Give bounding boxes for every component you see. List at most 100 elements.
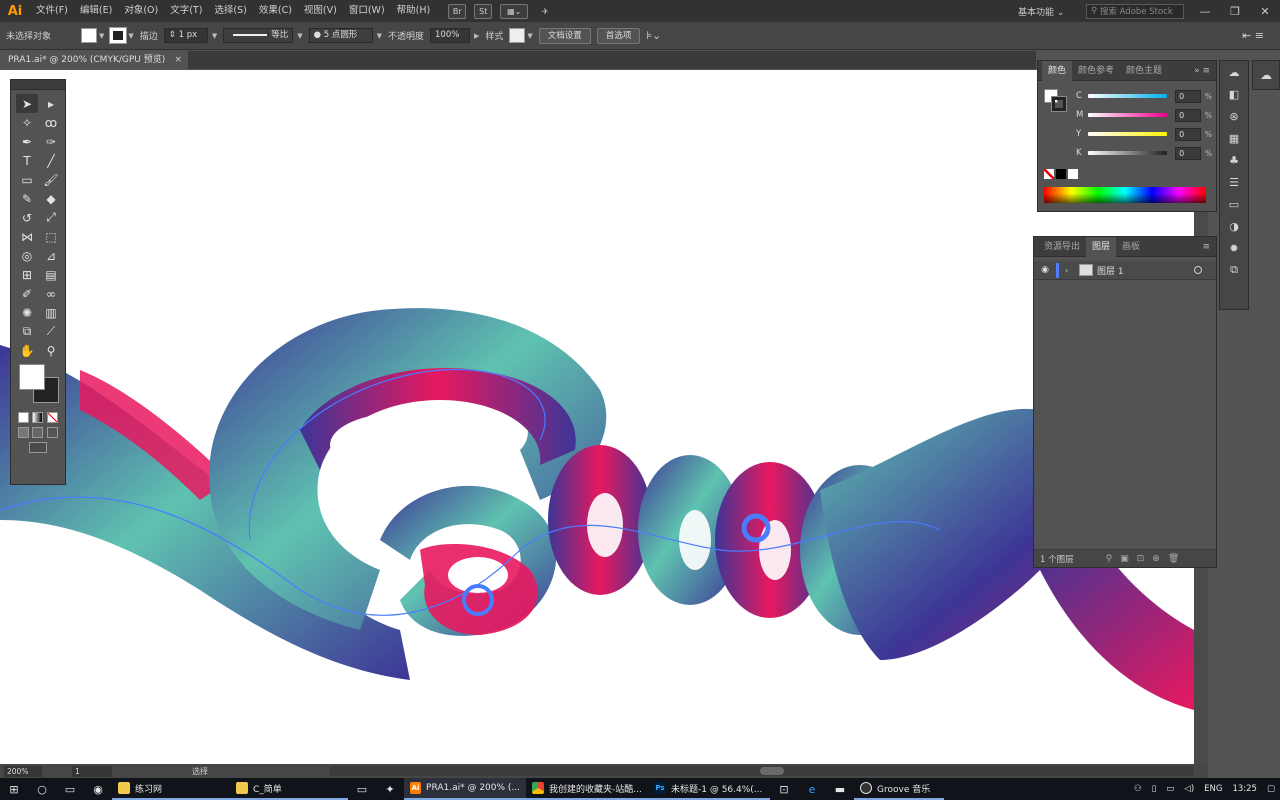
stock-button[interactable]: St	[474, 3, 493, 19]
layer-target-icon[interactable]	[1194, 266, 1202, 274]
tab-artboards[interactable]: 画板	[1116, 237, 1146, 257]
cc-libraries-icon[interactable]: ☁	[1252, 60, 1280, 90]
perspective-grid-tool-icon[interactable]: ⊿	[40, 246, 62, 265]
eyedropper-tool-icon[interactable]: ✐	[16, 284, 38, 303]
new-layer-icon[interactable]: ⊕	[1152, 554, 1160, 564]
cyan-slider[interactable]	[1087, 94, 1168, 98]
task-view-icon[interactable]: ▭	[56, 778, 84, 800]
close-button[interactable]: ✕	[1250, 0, 1280, 22]
width-tool-icon[interactable]: ⋈	[16, 227, 38, 246]
clock-time[interactable]: 13:25	[1227, 784, 1262, 794]
delete-layer-icon[interactable]: 🗑	[1168, 554, 1179, 564]
taskbar-app-folder-1[interactable]: 练习网	[112, 778, 230, 800]
blend-tool-icon[interactable]: ∞	[40, 284, 62, 303]
menu-help[interactable]: 帮助(H)	[391, 0, 437, 22]
fill-stroke-widget[interactable]	[16, 364, 60, 410]
bridge-button[interactable]: Br	[448, 3, 467, 19]
draw-behind-button[interactable]	[32, 427, 44, 438]
yellow-slider[interactable]	[1087, 132, 1168, 136]
taskbar-app-folder-2[interactable]: C_简单	[230, 778, 348, 800]
battery-icon[interactable]: ▯	[1147, 784, 1162, 794]
arrange-documents-button[interactable]: ▦⌄	[500, 3, 529, 19]
volume-icon[interactable]: ◁)	[1179, 784, 1199, 794]
shape-builder-tool-icon[interactable]: ◎	[16, 246, 38, 265]
black-swatch[interactable]	[1056, 169, 1066, 179]
curvature-tool-icon[interactable]: ✑	[40, 132, 62, 151]
direct-selection-tool-icon[interactable]: ▸	[40, 94, 62, 113]
yellow-input[interactable]: 0	[1175, 127, 1201, 141]
swatches-icon[interactable]: ▦	[1220, 127, 1248, 149]
chevron-down-icon[interactable]: ▼	[99, 32, 104, 40]
tab-color-guide[interactable]: 颜色参考	[1072, 61, 1120, 81]
magenta-input[interactable]: 0	[1175, 108, 1201, 122]
zoom-tool-icon[interactable]: ⚲	[40, 341, 62, 360]
color-stroke-swatch[interactable]	[1051, 96, 1067, 112]
libraries-icon[interactable]: ☁	[1220, 61, 1248, 83]
menu-view[interactable]: 视图(V)	[298, 0, 343, 22]
chevron-down-icon[interactable]: ▼	[212, 32, 217, 40]
scale-tool-icon[interactable]: ⤢	[40, 208, 62, 227]
rectangle-tool-icon[interactable]: ▭	[16, 170, 38, 189]
tab-color-themes[interactable]: 颜色主题	[1120, 61, 1168, 81]
gradient-panel-icon[interactable]: ▭	[1220, 193, 1248, 215]
tab-color[interactable]: 颜色	[1042, 60, 1073, 81]
menu-select[interactable]: 选择(S)	[208, 0, 252, 22]
paintbrush-tool-icon[interactable]: 🖌	[40, 170, 62, 189]
workspace-switcher[interactable]: 基本功能 ⌄	[1018, 5, 1080, 18]
navigator-icon[interactable]: ⊛	[1220, 105, 1248, 127]
chevron-right-icon[interactable]: ▶	[474, 32, 479, 40]
black-slider[interactable]	[1087, 151, 1168, 155]
draw-normal-button[interactable]	[17, 427, 29, 438]
taskbar-app-browser[interactable]: 我创建的收藏夹-站酷...	[526, 778, 648, 800]
align-icon[interactable]: ⊧⌄	[646, 29, 661, 42]
hand-tool-icon[interactable]: ✋	[16, 341, 38, 360]
gradient-tool-icon[interactable]: ▤	[40, 265, 62, 284]
fill-swatch[interactable]	[19, 364, 45, 390]
menu-type[interactable]: 文字(T)	[164, 0, 208, 22]
pin-app-icon[interactable]: ✦	[376, 778, 404, 800]
slice-tool-icon[interactable]: ⟋	[40, 322, 62, 341]
pen-tool-icon[interactable]: ✒	[16, 132, 38, 151]
stroke-color-swatch[interactable]	[109, 27, 128, 44]
type-tool-icon[interactable]: T	[16, 151, 38, 170]
stroke-weight-input[interactable]: ⇕ 1 px	[163, 28, 208, 43]
windows-start-icon[interactable]: ⊞	[0, 778, 28, 800]
black-input[interactable]: 0	[1175, 146, 1201, 160]
canvas-area[interactable]	[0, 70, 1208, 764]
symbol-sprayer-tool-icon[interactable]: ✺	[16, 303, 38, 322]
brushes-icon[interactable]: ♣	[1220, 149, 1248, 171]
ribbon-artwork[interactable]	[0, 70, 1194, 764]
maximize-button[interactable]: ❐	[1220, 0, 1250, 22]
properties-icon[interactable]: ◧	[1220, 83, 1248, 105]
color-spectrum[interactable]	[1044, 187, 1206, 203]
zoom-level-input[interactable]: 200%	[4, 765, 42, 777]
panel-options-icon[interactable]: ⇤ ≡	[1242, 29, 1264, 42]
taskbar-app-groove[interactable]: Groove 音乐	[854, 778, 944, 800]
tab-layers[interactable]: 图层	[1086, 236, 1117, 257]
taskbar-app-photoshop[interactable]: Ps 未标题-1 @ 56.4%(...	[648, 778, 770, 800]
none-swatch[interactable]	[1044, 169, 1054, 179]
taskbar-app-illustrator[interactable]: Ai PRA1.ai* @ 200% (...	[404, 778, 526, 800]
cortana-search-icon[interactable]: ○	[28, 778, 56, 800]
menu-edit[interactable]: 编辑(E)	[74, 0, 118, 22]
chevron-down-icon[interactable]: ▼	[128, 32, 133, 40]
line-tool-icon[interactable]: ╱	[40, 151, 62, 170]
layer-name[interactable]: 图层 1	[1097, 264, 1124, 277]
input-language[interactable]: ENG	[1199, 784, 1227, 794]
layer-row[interactable]: ◉ › 图层 1	[1034, 261, 1216, 280]
cyan-input[interactable]: 0	[1175, 89, 1201, 103]
tab-asset-export[interactable]: 资源导出	[1038, 237, 1086, 257]
graphic-style-swatch[interactable]	[509, 28, 526, 43]
brush-definition-select[interactable]: ● 5 点圆形	[308, 28, 373, 43]
color-mode-button[interactable]	[17, 412, 29, 423]
column-graph-tool-icon[interactable]: ▥	[40, 303, 62, 322]
chevron-down-icon[interactable]: ▼	[297, 32, 302, 40]
expand-arrow-icon[interactable]: ›	[1065, 266, 1075, 275]
person-icon[interactable]: ⚇	[1129, 784, 1147, 794]
artboard-tool-icon[interactable]: ⧉	[16, 322, 38, 341]
clipping-mask-icon[interactable]: ▣	[1120, 554, 1129, 564]
rotate-tool-icon[interactable]: ↺	[16, 208, 38, 227]
network-icon[interactable]: ▭	[1161, 784, 1179, 794]
artboard[interactable]	[0, 70, 1194, 764]
panel-menu-icon[interactable]: ≡	[1202, 242, 1216, 252]
